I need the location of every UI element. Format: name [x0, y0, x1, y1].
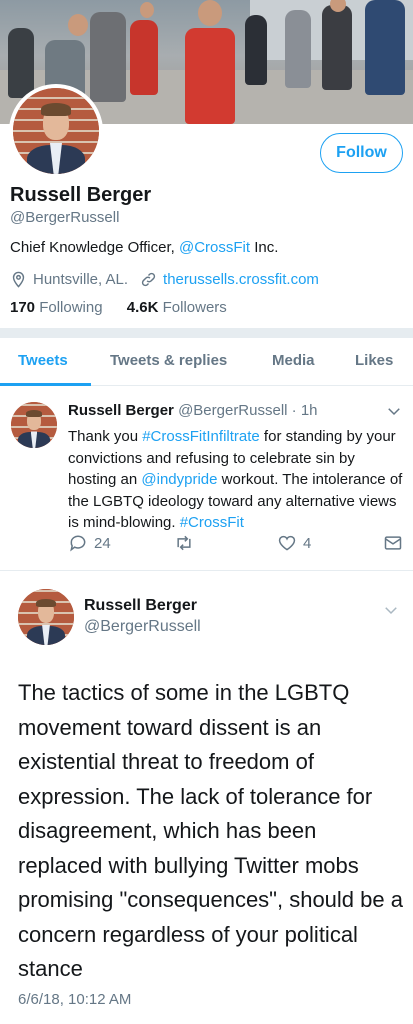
bio-text: Chief Knowledge Officer,	[10, 239, 179, 256]
reply-icon	[70, 535, 86, 552]
reply-action[interactable]: 24	[68, 533, 111, 553]
tab-media[interactable]: Media	[272, 352, 315, 369]
tweet-timestamp: 6/6/18, 10:12 AM	[18, 991, 132, 1008]
bio-text-suffix: Inc.	[250, 239, 279, 256]
profile-avatar[interactable]	[9, 84, 103, 178]
tweet-time: · 1h	[287, 402, 318, 419]
location-icon	[12, 271, 25, 288]
active-tab-indicator	[0, 383, 91, 386]
profile-meta: Huntsville, AL. therussells.crossfit.com	[10, 271, 319, 288]
tweet-author-name[interactable]: Russell Berger	[68, 402, 174, 419]
tab-likes[interactable]: Likes	[355, 352, 393, 369]
like-icon	[278, 535, 296, 551]
followers-stat[interactable]: 4.6K Followers	[127, 299, 227, 316]
profile-bio: Chief Knowledge Officer, @CrossFit Inc.	[10, 239, 278, 256]
link-icon	[141, 272, 156, 287]
following-count: 170	[10, 299, 36, 316]
profile-website-link[interactable]: therussells.crossfit.com	[163, 271, 319, 288]
chevron-down-icon[interactable]	[385, 402, 403, 420]
tweet-link[interactable]: @indypride	[141, 471, 217, 488]
retweet-action[interactable]	[172, 533, 202, 553]
message-action[interactable]	[383, 533, 409, 553]
reply-count: 24	[94, 534, 111, 552]
tweet-link[interactable]: #CrossFitInfiltrate	[142, 428, 260, 445]
tweet-author-name[interactable]: Russell Berger	[84, 597, 197, 615]
tweet-text-segment: Thank you	[68, 428, 143, 445]
tweet-divider	[0, 570, 413, 571]
tab-tweets-replies[interactable]: Tweets & replies	[110, 352, 227, 369]
tweet-header: Russell Berger @BergerRussell · 1h	[68, 402, 318, 419]
tweet-author-handle: @BergerRussell	[84, 618, 201, 635]
tweet-text: Thank you #CrossFitInfiltrate for standi…	[68, 426, 403, 534]
profile-counts: 170 Following 4.6K Followers	[10, 299, 227, 316]
followers-count: 4.6K	[126, 299, 159, 316]
profile-location: Huntsville, AL.	[33, 271, 129, 288]
following-label: Following	[39, 299, 103, 316]
tweet-avatar-large[interactable]	[18, 589, 74, 645]
profile-handle: @BergerRussell	[10, 209, 120, 226]
section-divider	[0, 328, 413, 338]
like-count: 4	[303, 534, 312, 552]
profile-tabs: Tweets Tweets & replies Media Likes	[0, 338, 413, 386]
like-action[interactable]: 4	[277, 533, 311, 553]
tweet-avatar[interactable]	[11, 402, 57, 448]
follow-button[interactable]: Follow	[320, 133, 403, 173]
followers-label: Followers	[162, 299, 227, 316]
tab-tweets[interactable]: Tweets	[18, 352, 68, 369]
tweet-author-handle: @BergerRussell	[178, 402, 288, 419]
following-stat[interactable]: 170 Following	[10, 299, 103, 316]
message-icon	[384, 536, 402, 550]
profile-name: Russell Berger	[10, 184, 152, 206]
chevron-down-icon[interactable]	[382, 601, 400, 619]
bio-mention-link[interactable]: @CrossFit	[179, 239, 250, 256]
tweet-link[interactable]: #CrossFit	[180, 514, 244, 531]
retweet-icon	[177, 535, 191, 551]
tweet-text-large: The tactics of some in the LGBTQ movemen…	[18, 680, 403, 981]
